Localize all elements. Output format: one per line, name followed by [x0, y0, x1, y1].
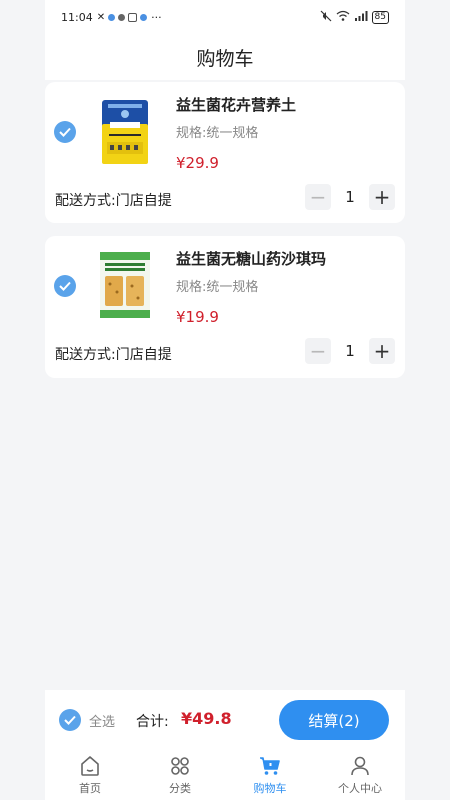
status-right: 85: [320, 10, 389, 25]
mute-icon: [320, 10, 332, 25]
signal-icon: [354, 10, 368, 25]
page-header: 购物车: [45, 34, 405, 80]
app-frame: 11:04 ✕ ··· 85 购物车 益生菌花卉营养土 规格:统一规格 ¥29.…: [45, 0, 405, 800]
item-spec: 规格:统一规格: [176, 126, 259, 141]
select-all-label: 全选: [89, 714, 116, 730]
item-price: ¥19.9: [176, 308, 219, 326]
quantity-value: 1: [345, 188, 355, 206]
page-title: 购物车: [196, 47, 254, 70]
total-value: ¥49.8: [181, 709, 232, 728]
app-square-icon: [128, 12, 138, 22]
status-left: 11:04 ✕ ···: [61, 11, 162, 24]
quantity-stepper: − 1 +: [305, 184, 395, 210]
browser-notification-icon: [140, 13, 148, 21]
status-bar: 11:04 ✕ ··· 85: [45, 0, 405, 34]
decrease-quantity-button[interactable]: −: [305, 338, 331, 364]
item-checkbox[interactable]: [54, 121, 76, 143]
chat-notification-icon: [118, 13, 126, 21]
tab-label: 首页: [79, 782, 101, 795]
cart-item-card: 益生菌花卉营养土 规格:统一规格 ¥29.9 配送方式:门店自提 − 1 +: [45, 82, 405, 223]
delivery-method: 配送方式:门店自提: [55, 347, 172, 363]
increase-quantity-button[interactable]: +: [369, 184, 395, 210]
battery-indicator: 85: [371, 10, 389, 24]
tab-label: 分类: [169, 782, 191, 795]
check-icon: [59, 127, 71, 137]
checkout-button[interactable]: 结算(2): [279, 700, 389, 740]
total-label: 合计:: [136, 714, 169, 730]
tab-label: 个人中心: [338, 782, 382, 795]
cart-icon: [260, 757, 280, 775]
status-more: ···: [151, 10, 162, 24]
decrease-quantity-button[interactable]: −: [305, 184, 331, 210]
delivery-method: 配送方式:门店自提: [55, 193, 172, 209]
notification-icons: ✕: [96, 11, 148, 23]
increase-quantity-button[interactable]: +: [369, 338, 395, 364]
select-all-checkbox[interactable]: [59, 709, 81, 731]
item-price: ¥29.9: [176, 154, 219, 172]
home-icon: [81, 756, 99, 776]
tab-category[interactable]: 分类: [135, 750, 225, 800]
check-icon: [59, 281, 71, 291]
select-all-toggle[interactable]: 全选: [59, 709, 115, 731]
user-icon: [351, 756, 369, 776]
checkout-bar: 全选 合计: ¥49.8 结算(2): [45, 690, 405, 750]
item-title[interactable]: 益生菌无糖山药沙琪玛: [176, 248, 326, 269]
tool-icon: ✕: [96, 11, 106, 23]
item-title[interactable]: 益生菌花卉营养土: [176, 94, 296, 115]
check-icon: [64, 715, 76, 725]
wifi-icon: [336, 10, 350, 25]
cart-item-card: 益生菌无糖山药沙琪玛 规格:统一规格 ¥19.9 配送方式:门店自提 − 1 +: [45, 236, 405, 378]
category-icon: [171, 757, 189, 775]
app-notification-icon: [108, 13, 116, 21]
quantity-stepper: − 1 +: [305, 338, 395, 364]
tab-home[interactable]: 首页: [45, 750, 135, 800]
item-checkbox[interactable]: [54, 275, 76, 297]
tab-label: 购物车: [253, 782, 287, 795]
status-time: 11:04: [61, 10, 93, 24]
tab-cart[interactable]: 购物车: [225, 750, 315, 800]
soil-bag-image[interactable]: [95, 94, 155, 168]
item-spec: 规格:统一规格: [176, 280, 259, 295]
tab-profile[interactable]: 个人中心: [315, 750, 405, 800]
snack-bag-image[interactable]: [95, 248, 155, 322]
bottom-tab-bar: 首页 分类 购物车 个人中心: [45, 750, 405, 800]
quantity-value: 1: [345, 342, 355, 360]
